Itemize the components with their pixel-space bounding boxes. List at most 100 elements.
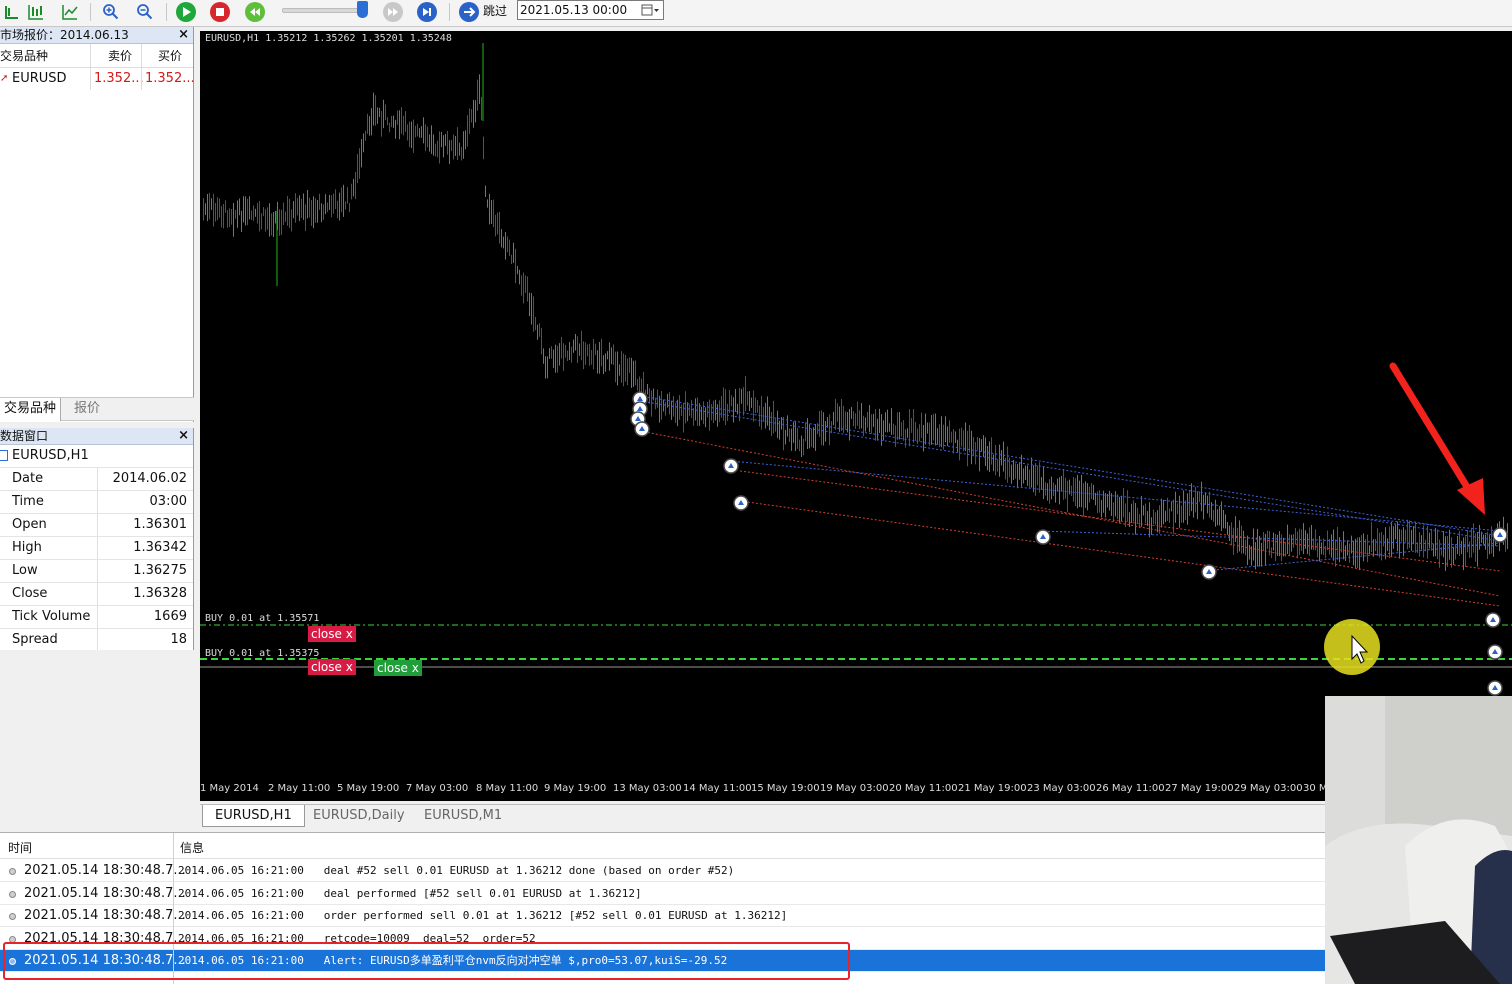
webcam-overlay	[1325, 696, 1512, 984]
col-message-header[interactable]: 信息	[180, 839, 204, 856]
tab-quotes[interactable]: 报价	[70, 398, 104, 421]
data-row-high: High 1.36342	[0, 536, 193, 559]
chart-tabs: EURUSD,H1 EURUSD,Daily EURUSD,M1	[200, 804, 1512, 827]
buy-order-label-1: BUY 0.01 at 1.35571	[205, 613, 320, 624]
tab-eurusd-daily[interactable]: EURUSD,Daily	[301, 805, 417, 827]
chart-header: EURUSD,H1 1.35212 1.35262 1.35201 1.3524…	[205, 33, 452, 44]
data-row-spread: Spread 18	[0, 628, 193, 651]
data-value: 1669	[153, 609, 187, 624]
col-ask-header[interactable]: 买价	[158, 44, 182, 68]
journal-row[interactable]: 2021.05.14 18:30:48.7... 2014.06.05 16:21…	[0, 883, 1326, 905]
zoom-out-icon[interactable]	[132, 1, 156, 23]
zoom-in-icon[interactable]	[98, 1, 122, 23]
rewind-icon[interactable]	[243, 1, 267, 23]
col-symbol-header[interactable]: 交易品种	[0, 44, 48, 68]
market-watch-title-bar: 市场报价：2014.06.13 ×	[0, 27, 193, 44]
skip-date-value: 2021.05.13 00:00	[520, 3, 628, 17]
buy-order-label-2: BUY 0.01 at 1.35375	[205, 648, 320, 659]
fast-forward-icon[interactable]	[381, 1, 405, 23]
data-key: Tick Volume	[12, 609, 91, 624]
red-arrow-annotation	[1389, 362, 1485, 515]
time-axis-label: 14 May 11:00	[683, 783, 752, 794]
ask-price: 1.352...	[145, 71, 195, 86]
time-axis-label: 15 May 19:00	[751, 783, 820, 794]
data-window-title: 数据窗口	[0, 429, 49, 443]
data-window-panel: 数据窗口 × EURUSD,H1 Date 2014.06.02 Time 03:00…	[0, 428, 194, 651]
log-message: 2014.06.05 16:21:00 deal #52 sell 0.01 E…	[178, 864, 735, 877]
close-icon[interactable]: ×	[178, 428, 189, 444]
tab-symbols[interactable]: 交易品种	[0, 398, 62, 421]
data-key: Time	[12, 494, 44, 509]
skip-to-icon[interactable]	[457, 1, 481, 23]
log-message: 2014.06.05 16:21:00 order performed sell…	[178, 909, 788, 923]
data-window-symbol[interactable]: EURUSD,H1	[0, 445, 193, 467]
time-axis-label: 20 May 11:00	[889, 783, 958, 794]
data-key: Close	[12, 586, 48, 601]
symbol-name: EURUSD	[12, 71, 67, 86]
stop-icon[interactable]	[208, 1, 232, 23]
close-order-button-2[interactable]: close x	[308, 659, 356, 675]
tab-eurusd-m1[interactable]: EURUSD,M1	[412, 805, 514, 827]
data-value: 2014.06.02	[112, 471, 187, 486]
journal-row[interactable]: 2021.05.14 18:30:48.7... 2014.06.05 16:21…	[0, 860, 1326, 882]
time-axis-label: 5 May 19:00	[337, 783, 400, 794]
time-axis-label: 23 May 03:00	[1027, 783, 1096, 794]
time-axis-label: 9 May 19:00	[544, 783, 607, 794]
toolbar: 跳过 2021.05.13 00:00	[0, 0, 1512, 27]
data-value: 1.36342	[133, 540, 187, 555]
data-row-tick-volume: Tick Volume 1669	[0, 605, 193, 628]
speed-slider-track[interactable]	[282, 8, 368, 13]
price-chart[interactable]: EURUSD,H1 1.35212 1.35262 1.35201 1.3524…	[200, 31, 1512, 801]
close-order-button-1[interactable]: close x	[308, 626, 356, 642]
data-key: Low	[12, 563, 38, 578]
log-status-icon	[9, 913, 16, 921]
log-time: 2021.05.14 18:30:48.7...	[24, 863, 186, 878]
trade-connector-line	[639, 430, 1501, 597]
data-value: 1.36301	[133, 517, 187, 532]
data-window-symbol-label: EURUSD,H1	[12, 448, 89, 463]
log-time: 2021.05.14 18:30:48.7...	[24, 908, 186, 924]
bid-price: 1.352...	[94, 71, 144, 86]
left-empty-area	[0, 650, 197, 825]
market-watch-row[interactable]: ➚ EURUSD 1.352... 1.352...	[0, 68, 195, 90]
data-row-date: Date 2014.06.02	[0, 467, 193, 490]
data-key: High	[12, 540, 42, 555]
data-row-open: Open 1.36301	[0, 513, 193, 536]
journal-row[interactable]: 2021.05.14 18:30:48.7... 2014.06.05 16:21…	[0, 905, 1326, 928]
data-key: Open	[12, 517, 47, 532]
market-watch-header: 交易品种 卖价 买价	[0, 44, 193, 68]
log-status-icon	[9, 890, 16, 898]
time-axis-label: 30 M	[1303, 783, 1328, 794]
period-chart-icon[interactable]	[0, 1, 24, 23]
col-time-header[interactable]: 时间	[8, 839, 32, 856]
chart-canvas[interactable]	[200, 31, 1512, 801]
data-value: 1.36328	[133, 586, 187, 601]
time-axis-label: 19 May 03:00	[820, 783, 889, 794]
step-forward-icon[interactable]	[415, 1, 439, 23]
checkbox-icon[interactable]	[0, 450, 8, 461]
data-key: Spread	[12, 632, 58, 647]
time-axis-label: 1 May 2014	[200, 783, 259, 794]
time-axis-label: 29 May 03:00	[1234, 783, 1303, 794]
log-message: 2014.06.05 16:21:00 deal performed [#52 …	[178, 886, 642, 900]
tab-eurusd-h1[interactable]: EURUSD,H1	[202, 805, 305, 827]
speed-slider-thumb[interactable]	[357, 1, 368, 18]
col-bid-header[interactable]: 卖价	[108, 44, 132, 68]
play-icon[interactable]	[174, 1, 198, 23]
data-window-rows: Date 2014.06.02 Time 03:00 Open 1.36301 High 1.…	[0, 467, 193, 651]
data-window-title-bar: 数据窗口 ×	[0, 428, 193, 445]
close-order-button-3[interactable]: close x	[374, 660, 422, 676]
time-axis-label: 13 May 03:00	[613, 783, 682, 794]
market-watch-tabs: 交易品种 报价	[0, 397, 194, 421]
skip-label[interactable]: 跳过	[483, 2, 507, 20]
time-axis-label: 21 May 19:00	[958, 783, 1027, 794]
calendar-dropdown-icon[interactable]	[641, 4, 659, 16]
price-direction-icon: ➚	[0, 73, 9, 84]
data-value: 18	[170, 632, 187, 647]
close-icon[interactable]: ×	[178, 27, 189, 43]
skip-date-input[interactable]: 2021.05.13 00:00	[517, 0, 664, 20]
data-row-close: Close 1.36328	[0, 582, 193, 605]
line-chart-icon[interactable]	[58, 1, 82, 23]
time-axis-label: 8 May 11:00	[476, 783, 539, 794]
bar-chart-icon[interactable]	[24, 1, 48, 23]
